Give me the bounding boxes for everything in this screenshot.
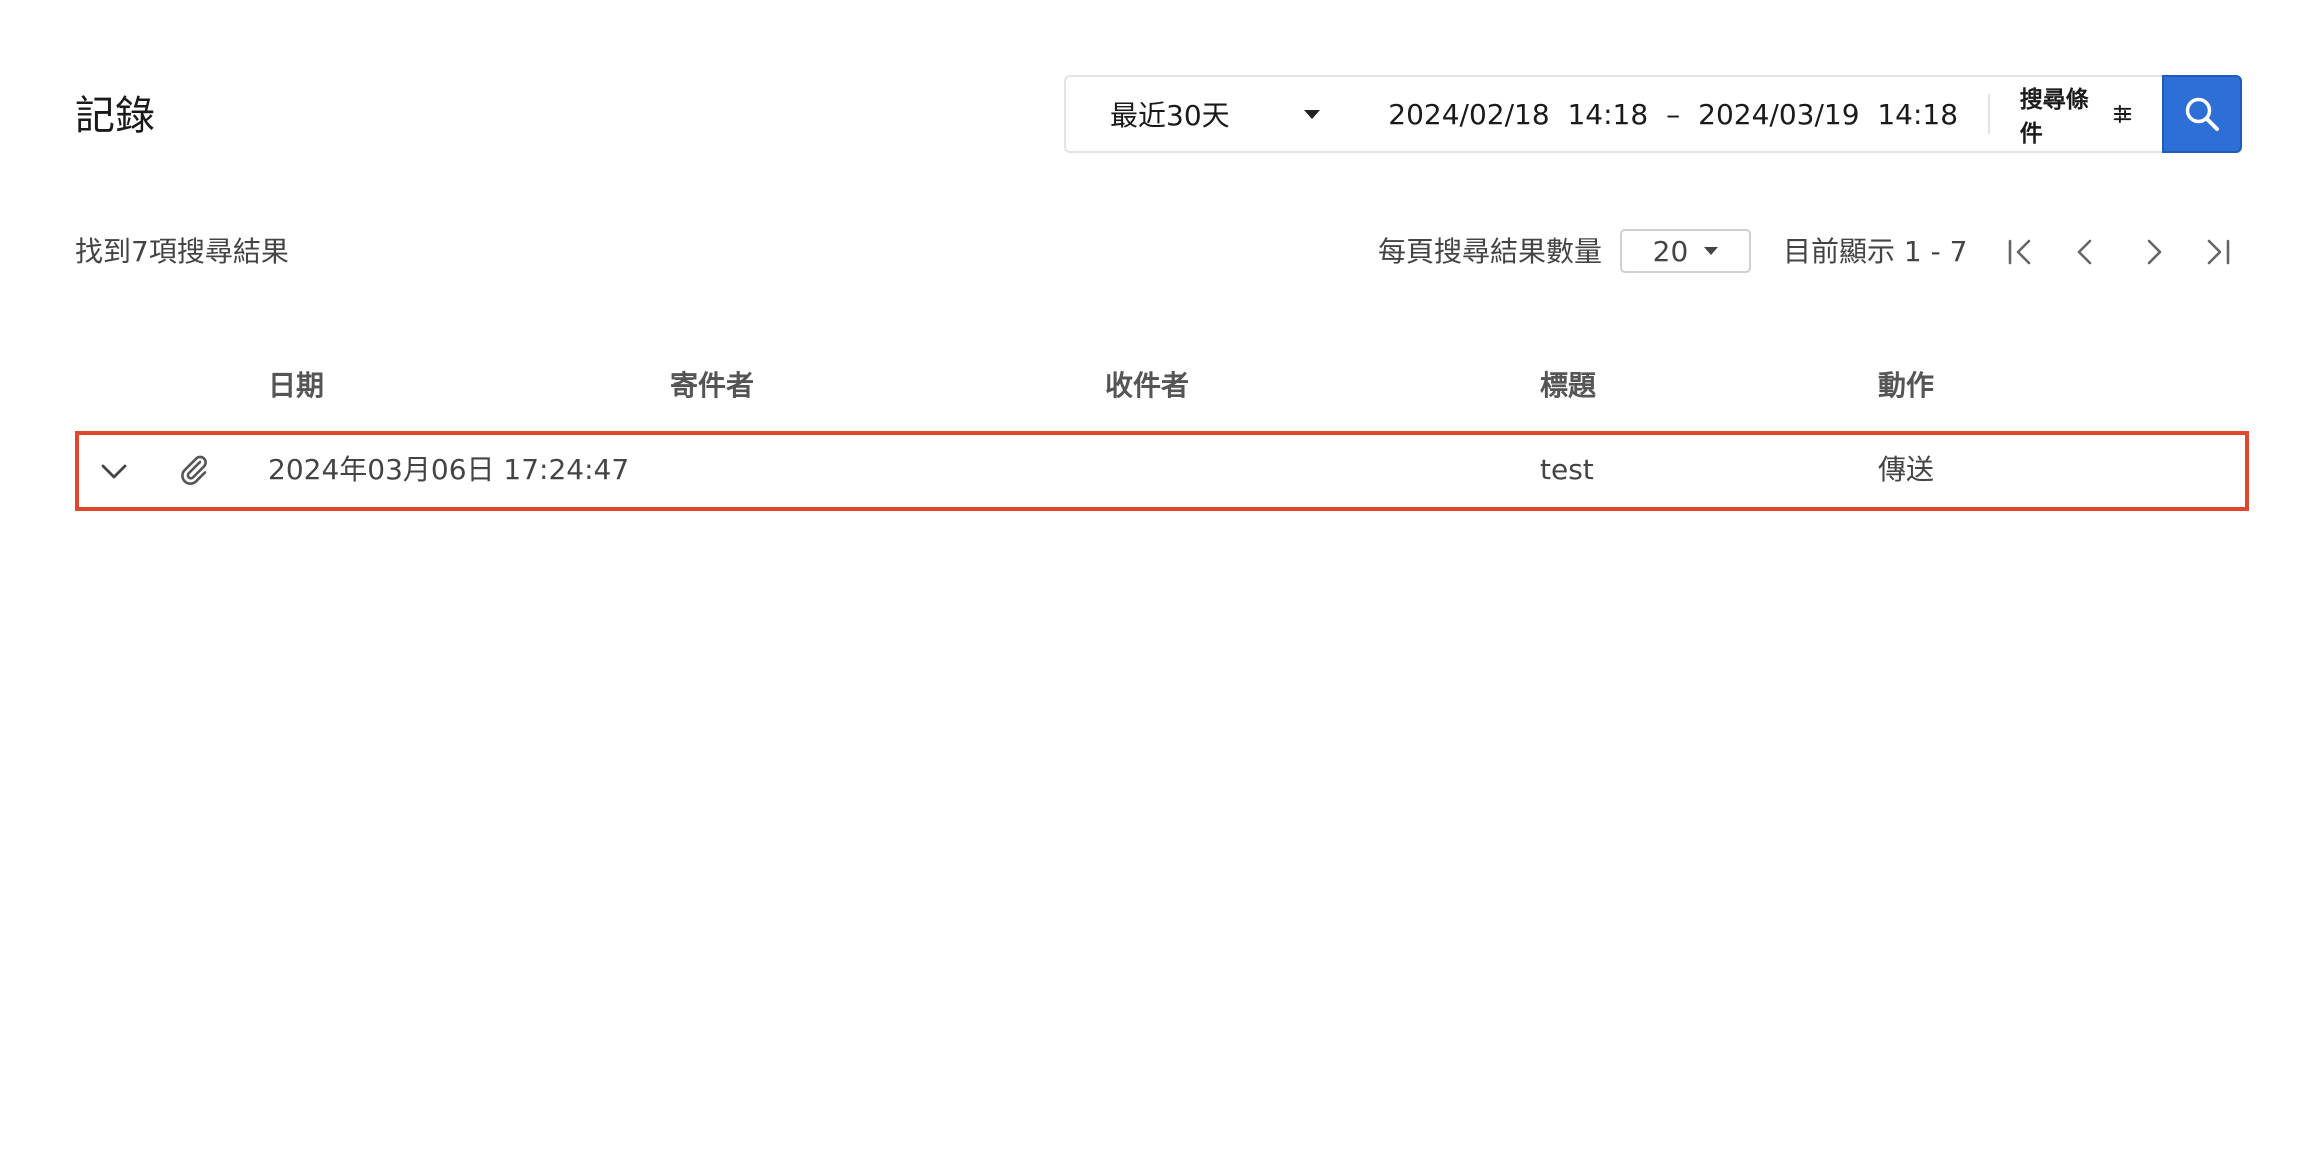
first-page-button[interactable] <box>2000 230 2040 274</box>
per-page-select[interactable]: 20 <box>1620 229 1751 273</box>
date-to: 2024/03/19 14:18 <box>1698 97 1959 131</box>
column-header-recipient[interactable]: 收件者 <box>1105 366 1189 406</box>
sliders-icon <box>2113 104 2132 124</box>
date-range-preset-label: 最近30天 <box>1110 99 1230 132</box>
row-action: 傳送 <box>1878 453 1935 486</box>
column-header-date[interactable]: 日期 <box>268 366 324 406</box>
records-page: 記錄 最近30天 2024/02/18 14:18 – 2024/03/19 1… <box>0 0 2300 1156</box>
chevron-left-icon <box>2077 239 2092 265</box>
search-button[interactable] <box>2162 75 2242 153</box>
date-range-preset-select[interactable]: 最近30天 <box>1066 77 1350 151</box>
per-page-label: 每頁搜尋結果數量 <box>1378 235 1603 268</box>
last-page-button[interactable] <box>2198 230 2238 274</box>
next-page-button[interactable] <box>2133 230 2173 274</box>
page-title: 記錄 <box>75 93 155 139</box>
caret-down-icon <box>1704 247 1719 255</box>
search-filter-button[interactable]: 搜尋條件 <box>1990 77 2162 151</box>
paperclip-icon <box>181 455 207 485</box>
expand-row-button[interactable] <box>92 449 136 493</box>
search-filter-label: 搜尋條件 <box>2019 87 2089 147</box>
first-page-icon <box>2008 239 2031 265</box>
date-from: 2024/02/18 14:18 <box>1388 97 1649 131</box>
date-range-input[interactable]: 2024/02/18 14:18 – 2024/03/19 14:18 <box>1350 77 1988 151</box>
caret-down-icon <box>1304 109 1321 119</box>
result-count: 找到7項搜尋結果 <box>75 235 289 268</box>
row-subject: test <box>1540 453 1594 486</box>
per-page-value: 20 <box>1652 234 1689 268</box>
prev-page-button[interactable] <box>2066 230 2106 274</box>
chevron-down-icon <box>101 464 127 479</box>
search-bar: 最近30天 2024/02/18 14:18 – 2024/03/19 14:1… <box>1064 75 2164 153</box>
column-header-action: 動作 <box>1878 369 1935 402</box>
last-page-icon <box>2207 239 2230 265</box>
chevron-right-icon <box>2147 239 2162 265</box>
attachment-indicator <box>172 449 216 493</box>
showing-range: 目前顯示 1 - 7 <box>1783 235 1968 268</box>
date-separator: – <box>1666 97 1681 131</box>
row-date: 2024年03月06日 17:24:47 <box>268 453 630 486</box>
column-header-sender[interactable]: 寄件者 <box>670 366 754 406</box>
search-icon <box>2185 97 2219 131</box>
column-header-subject[interactable]: 標題 <box>1540 366 1596 406</box>
